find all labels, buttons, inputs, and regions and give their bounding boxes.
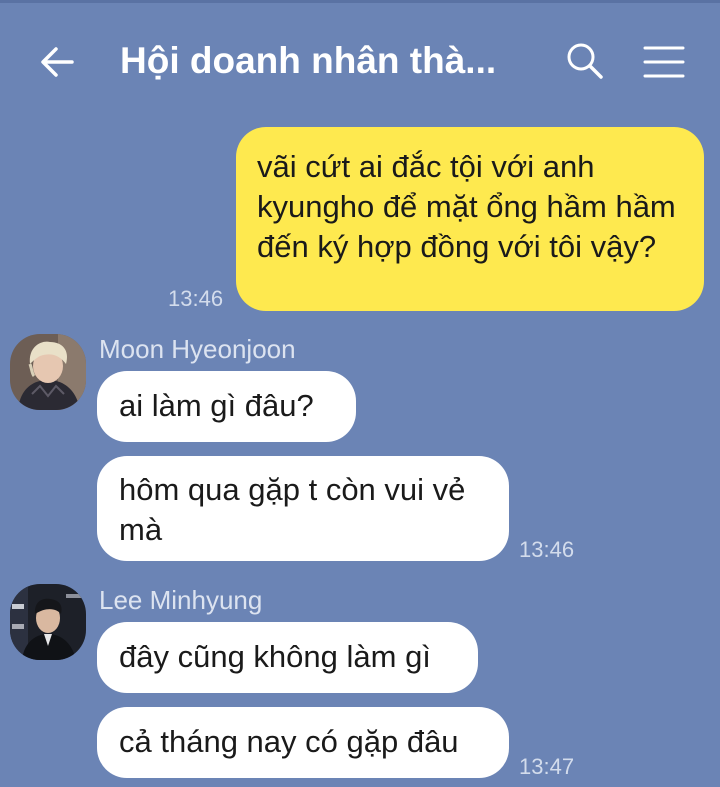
message-text: vãi cứt ai đắc tội với anh kyungho để mặ…: [257, 149, 676, 264]
search-button[interactable]: [562, 38, 608, 84]
chat-header: Hội doanh nhân thà...: [0, 0, 720, 120]
avatar-moon-hyeonjoon[interactable]: [10, 334, 86, 410]
incoming-message-bubble[interactable]: ai làm gì đâu?: [97, 371, 356, 442]
sender-name: Lee Minhyung: [99, 585, 263, 615]
message-text: ai làm gì đâu?: [119, 388, 314, 423]
message-text: hôm qua gặp t còn vui vẻ mà: [119, 472, 466, 547]
back-arrow-icon: [41, 47, 74, 77]
incoming-message-bubble[interactable]: hôm qua gặp t còn vui vẻ mà: [97, 456, 509, 561]
message-time: 13:46: [168, 286, 224, 311]
message-text: cả tháng nay có gặp đâu: [119, 724, 459, 759]
avatar-image: [10, 334, 86, 410]
avatar-image: [10, 584, 86, 660]
search-icon: [567, 43, 603, 79]
menu-icon: [643, 46, 685, 78]
chat-title: Hội doanh nhân thà...: [120, 40, 497, 81]
message-time: 13:47: [519, 754, 575, 779]
incoming-message-bubble[interactable]: đây cũng không làm gì: [97, 622, 478, 693]
avatar-lee-minhyung[interactable]: [10, 584, 86, 660]
message-text: đây cũng không làm gì: [119, 639, 431, 674]
outgoing-message-bubble[interactable]: vãi cứt ai đắc tội với anh kyungho để mặ…: [236, 127, 704, 311]
incoming-message-bubble[interactable]: cả tháng nay có gặp đâu: [97, 707, 509, 778]
sender-name: Moon Hyeonjoon: [99, 334, 296, 364]
message-time: 13:46: [519, 537, 575, 562]
back-button[interactable]: [36, 40, 80, 84]
menu-button[interactable]: [640, 40, 688, 84]
